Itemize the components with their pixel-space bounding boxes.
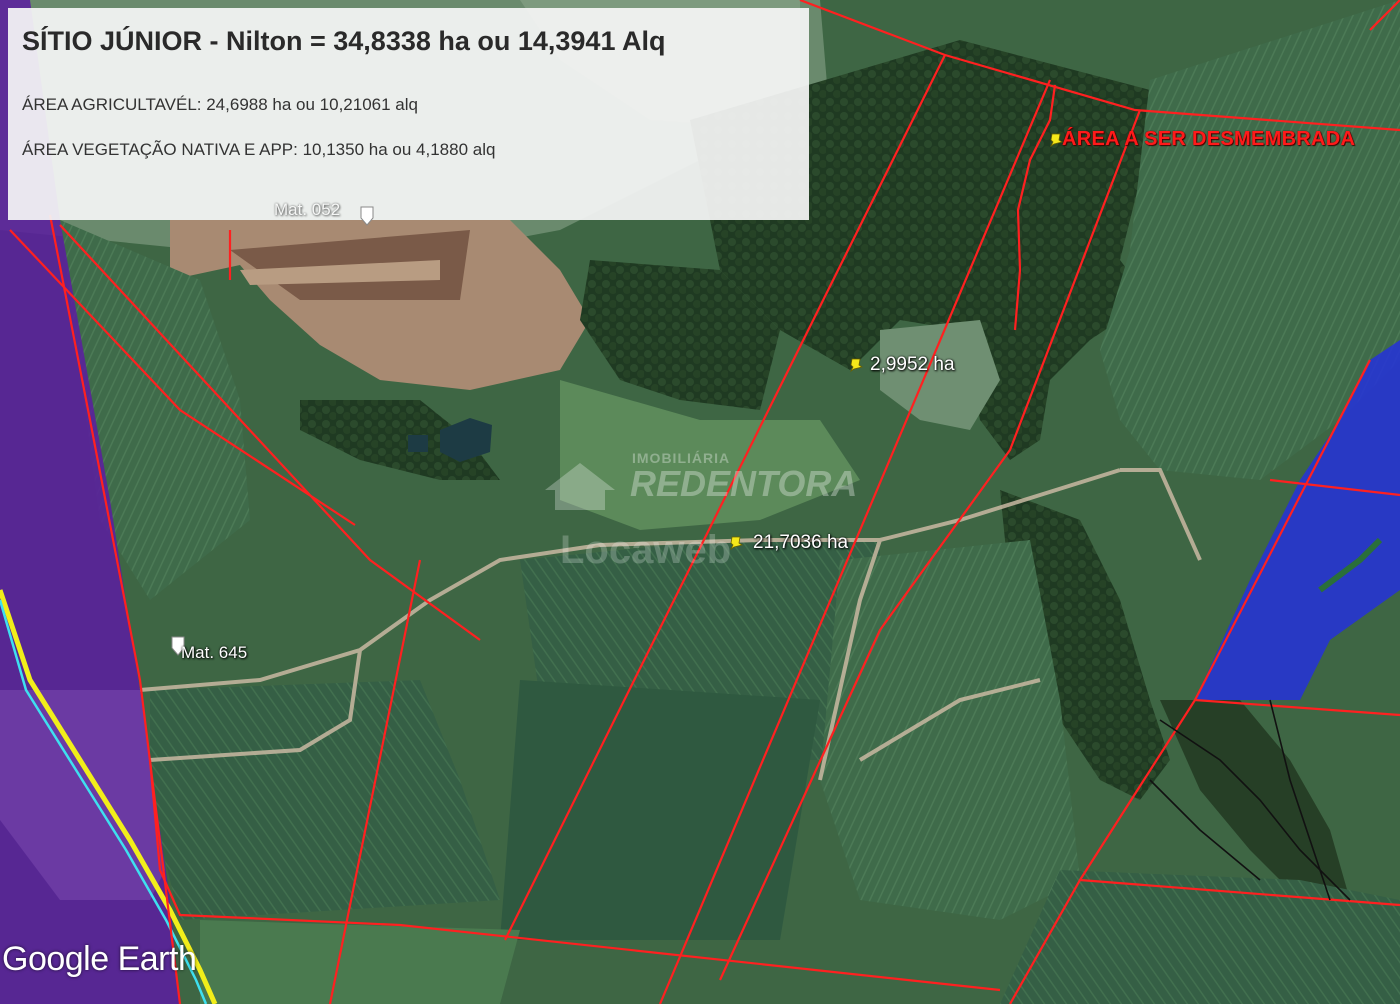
crop-field-south xyxy=(500,680,820,940)
watermark-locaweb: Locaweb xyxy=(560,528,732,572)
pond-small xyxy=(408,435,428,452)
watermark-redentora: REDENTORA xyxy=(630,463,858,504)
google-earth-logo: Google Earth xyxy=(2,940,197,978)
label-area-2-9952[interactable]: 2,9952 ha xyxy=(870,354,955,376)
pushpin-icon[interactable] xyxy=(729,535,745,551)
label-mat-052[interactable]: Mat. 052 xyxy=(274,200,340,220)
native-vegetation-area-text: ÁREA VEGETAÇÃO NATIVA E APP: 10,1350 ha … xyxy=(22,140,496,159)
placemark-icon[interactable] xyxy=(360,206,374,226)
property-title: SÍTIO JÚNIOR - Nilton = 34,8338 ha ou 14… xyxy=(22,26,666,56)
watermark-house-icon xyxy=(545,463,615,510)
label-area-21-7036[interactable]: 21,7036 ha xyxy=(753,532,848,554)
info-panel: SÍTIO JÚNIOR - Nilton = 34,8338 ha ou 14… xyxy=(8,8,809,220)
pushpin-icon[interactable] xyxy=(849,357,865,373)
label-area-desmembrada[interactable]: ÁREA A SER DESMEMBRADA xyxy=(1062,128,1355,151)
agricultural-area-text: ÁREA AGRICULTAVÉL: 24,6988 ha ou 10,2106… xyxy=(22,95,418,114)
label-mat-645[interactable]: Mat. 645 xyxy=(181,643,247,663)
